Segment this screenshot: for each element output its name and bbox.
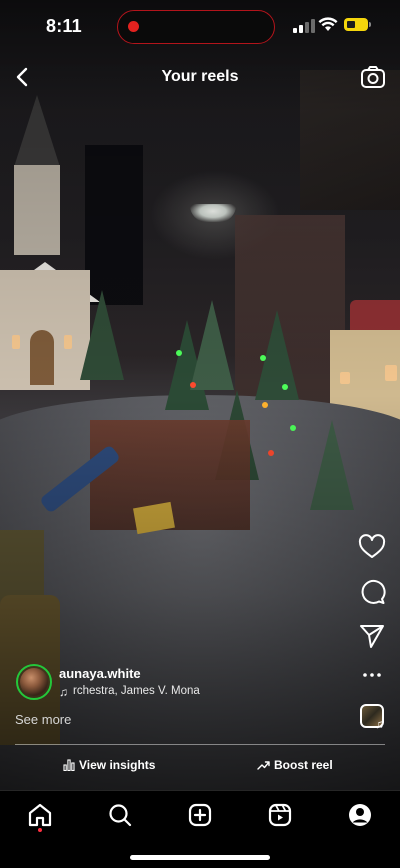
tab-create[interactable] xyxy=(186,801,214,829)
share-button[interactable] xyxy=(357,621,387,651)
view-insights-button[interactable]: View insights xyxy=(63,757,155,773)
music-note-icon: ♫ xyxy=(59,685,68,699)
like-button[interactable] xyxy=(357,532,387,562)
tab-reels[interactable] xyxy=(266,801,294,829)
comment-button[interactable] xyxy=(357,577,387,607)
author-username[interactable]: aunaya.white xyxy=(59,666,141,681)
home-icon xyxy=(28,803,52,827)
more-horizontal-icon xyxy=(363,673,381,677)
page-title: Your reels xyxy=(161,68,239,85)
dynamic-island xyxy=(117,10,275,44)
reels-header: Your reels xyxy=(0,56,400,98)
search-icon xyxy=(109,804,132,827)
more-options-button[interactable] xyxy=(357,660,387,690)
notification-dot xyxy=(38,828,42,832)
comment-icon xyxy=(361,579,386,604)
tab-home[interactable] xyxy=(26,801,54,829)
view-insights-label: View insights xyxy=(79,758,156,772)
tab-profile[interactable] xyxy=(346,801,374,829)
author-avatar[interactable] xyxy=(16,664,52,700)
status-bar: 8:11 xyxy=(0,0,400,54)
reels-icon xyxy=(268,803,292,827)
home-indicator[interactable] xyxy=(130,855,270,860)
avatar-image xyxy=(20,668,48,696)
heart-icon xyxy=(358,534,386,558)
see-more-link[interactable]: See more xyxy=(15,712,71,727)
music-attribution[interactable]: ♫ rchestra, James V. Mona xyxy=(59,684,209,700)
battery-icon xyxy=(344,18,371,31)
footer-divider xyxy=(15,744,385,745)
boost-reel-label: Boost reel xyxy=(274,758,333,772)
send-icon xyxy=(360,625,384,648)
create-icon xyxy=(188,803,212,827)
bar-chart-icon xyxy=(63,759,75,771)
profile-icon xyxy=(349,804,371,826)
camera-icon xyxy=(361,66,385,88)
trending-up-icon xyxy=(257,761,270,770)
music-track-text: rchestra, James V. Mona xyxy=(73,685,200,697)
boost-reel-button[interactable]: Boost reel xyxy=(257,757,333,773)
status-time: 8:11 xyxy=(46,16,82,36)
recording-indicator-icon xyxy=(128,21,139,32)
tab-search[interactable] xyxy=(106,801,134,829)
music-note-icon: ♫ xyxy=(375,717,384,731)
camera-button[interactable] xyxy=(358,62,388,92)
cellular-signal-icon xyxy=(293,19,315,33)
wifi-icon xyxy=(318,17,338,37)
